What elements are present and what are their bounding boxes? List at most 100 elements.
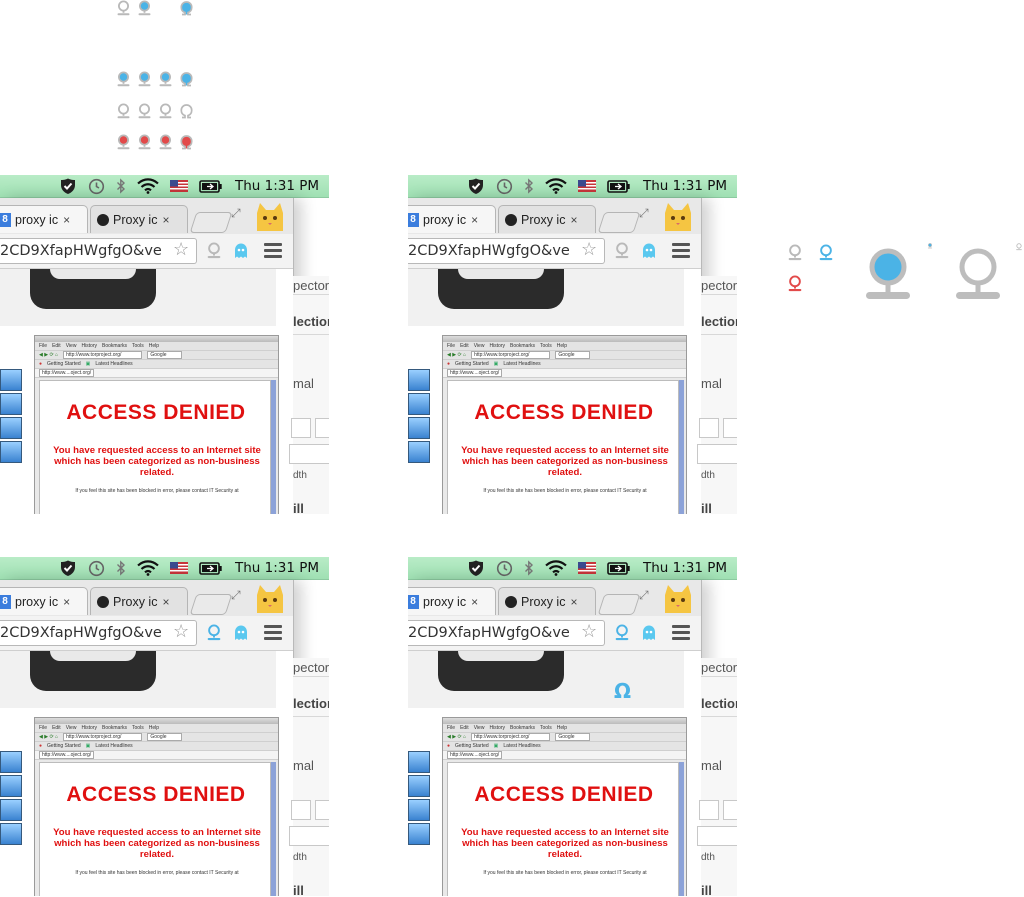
wifi-icon[interactable] — [545, 557, 567, 579]
checkmark-shield-icon[interactable] — [59, 175, 77, 197]
tab-proxy-github[interactable]: Proxy ic × — [498, 587, 596, 615]
proxy-switchy-icon[interactable] — [205, 242, 223, 260]
wifi-icon[interactable] — [137, 175, 159, 197]
background-window: pector lectior mal dth ill — [289, 658, 329, 896]
bluetooth-icon[interactable] — [116, 175, 126, 197]
close-icon[interactable]: × — [570, 213, 577, 227]
blank-slot — [157, 0, 174, 17]
tab-proxy-github[interactable]: Proxy ic × — [498, 205, 596, 233]
tab-proxy-google[interactable]: 8 proxy ic × — [408, 205, 496, 233]
pin-redline-small-icon — [786, 275, 804, 293]
battery-icon[interactable] — [199, 557, 223, 579]
flag-icon[interactable] — [577, 557, 596, 579]
close-icon[interactable]: × — [162, 595, 169, 609]
pin-outline-large-icon — [956, 248, 1000, 299]
bluetooth-icon[interactable] — [524, 175, 534, 197]
chrome-menu-icon[interactable] — [672, 243, 690, 259]
new-tab-button[interactable] — [597, 594, 641, 615]
flag-icon[interactable] — [169, 557, 188, 579]
tab-label: proxy ic — [15, 594, 59, 609]
wifi-icon[interactable] — [545, 175, 567, 197]
menubar-clock[interactable]: Thu 1:31 PM — [643, 178, 727, 194]
url-bar[interactable]: 2CD9XfapHWgfgO&ve — [408, 238, 605, 264]
menubar-clock[interactable]: Thu 1:31 PM — [643, 560, 727, 576]
ghost-extension-icon[interactable] — [232, 242, 250, 260]
ghost-extension-icon[interactable] — [640, 624, 658, 642]
close-icon[interactable]: × — [471, 595, 478, 609]
close-icon[interactable]: × — [63, 213, 70, 227]
battery-icon[interactable] — [607, 557, 631, 579]
battery-icon[interactable] — [199, 175, 223, 197]
tab-label: Proxy ic — [113, 212, 158, 227]
proxy-switchy-icon[interactable] — [613, 242, 631, 260]
proxy-switchy-icon[interactable] — [205, 624, 223, 642]
close-icon[interactable]: × — [63, 595, 70, 609]
close-icon[interactable]: × — [570, 595, 577, 609]
new-tab-button[interactable] — [597, 212, 641, 233]
access-denied-footnote: If you feel this site has been blocked i… — [483, 870, 647, 876]
tab-proxy-github[interactable]: Proxy ic × — [90, 205, 188, 233]
url-bar[interactable]: 2CD9XfapHWgfgO&ve — [0, 238, 197, 264]
cat-avatar-icon[interactable] — [253, 583, 287, 615]
expand-window-icon[interactable]: ⤢ — [639, 206, 649, 221]
time-machine-icon[interactable] — [496, 175, 513, 197]
embedded-nav: ◀ ▶ ⟳ ⌂ http://www.torproject.org/ Googl… — [35, 733, 278, 742]
checkmark-shield-icon[interactable] — [59, 557, 77, 579]
omega-red-icon — [178, 134, 195, 151]
chrome-toolbar: 2CD9XfapHWgfgO&ve ☆ — [0, 234, 293, 269]
tab-proxy-google[interactable]: 8 proxy ic × — [408, 587, 496, 615]
ghost-extension-icon[interactable] — [232, 624, 250, 642]
chrome-menu-icon[interactable] — [264, 625, 282, 641]
time-machine-icon[interactable] — [496, 557, 513, 579]
url-bar[interactable]: 2CD9XfapHWgfgO&ve — [408, 620, 605, 646]
embedded-tab: http://www....oject.org/ — [443, 369, 686, 378]
mac-menubar: Thu 1:31 PM — [408, 175, 737, 198]
tab-proxy-google[interactable]: 8 proxy ic × — [0, 205, 88, 233]
tab-proxy-github[interactable]: Proxy ic × — [90, 587, 188, 615]
bluetooth-icon[interactable] — [116, 557, 126, 579]
new-tab-button[interactable] — [189, 594, 233, 615]
flag-icon[interactable] — [169, 175, 188, 197]
scrollbar[interactable] — [271, 380, 276, 514]
mac-menubar: Thu 1:31 PM — [0, 557, 329, 580]
bookmark-star-icon[interactable]: ☆ — [173, 621, 189, 642]
checkmark-shield-icon[interactable] — [467, 175, 485, 197]
scrollbar[interactable] — [679, 762, 684, 896]
menubar-clock[interactable]: Thu 1:31 PM — [235, 560, 319, 576]
menubar-clock[interactable]: Thu 1:31 PM — [235, 178, 319, 194]
page-content: File Edit View History Bookmarks Tools H… — [408, 269, 701, 514]
access-denied-message: You have requested access to an Internet… — [53, 445, 261, 478]
bluetooth-icon[interactable] — [524, 557, 534, 579]
access-denied-message: You have requested access to an Internet… — [461, 445, 669, 478]
access-denied-page: ACCESS DENIED You have requested access … — [447, 762, 679, 896]
ghost-extension-icon[interactable] — [640, 242, 658, 260]
battery-icon[interactable] — [607, 175, 631, 197]
expand-window-icon[interactable]: ⤢ — [231, 206, 241, 221]
cat-avatar-icon[interactable] — [661, 201, 695, 233]
cat-avatar-icon[interactable] — [253, 201, 287, 233]
flag-icon[interactable] — [577, 175, 596, 197]
close-icon[interactable]: × — [471, 213, 478, 227]
wifi-icon[interactable] — [137, 557, 159, 579]
chrome-menu-icon[interactable] — [672, 625, 690, 641]
scrollbar[interactable] — [679, 380, 684, 514]
bookmark-star-icon[interactable]: ☆ — [173, 239, 189, 260]
cat-avatar-icon[interactable] — [661, 583, 695, 615]
chrome-menu-icon[interactable] — [264, 243, 282, 259]
time-machine-icon[interactable] — [88, 557, 105, 579]
url-bar[interactable]: 2CD9XfapHWgfgO&ve — [0, 620, 197, 646]
time-machine-icon[interactable] — [88, 175, 105, 197]
bookmark-star-icon[interactable]: ☆ — [581, 239, 597, 260]
expand-window-icon[interactable]: ⤢ — [639, 588, 649, 603]
expand-window-icon[interactable]: ⤢ — [231, 588, 241, 603]
pin-blueline-small-icon — [817, 244, 835, 262]
chrome-window: 8 proxy ic × Proxy ic × ⤢ 2CD9XfapHWgfgO… — [0, 580, 294, 896]
close-icon[interactable]: × — [162, 213, 169, 227]
scrollbar[interactable] — [271, 762, 276, 896]
bookmark-star-icon[interactable]: ☆ — [581, 621, 597, 642]
omega-popup-icon[interactable]: Ω — [614, 679, 631, 703]
checkmark-shield-icon[interactable] — [467, 557, 485, 579]
tab-proxy-google[interactable]: 8 proxy ic × — [0, 587, 88, 615]
proxy-switchy-icon[interactable] — [613, 624, 631, 642]
new-tab-button[interactable] — [189, 212, 233, 233]
